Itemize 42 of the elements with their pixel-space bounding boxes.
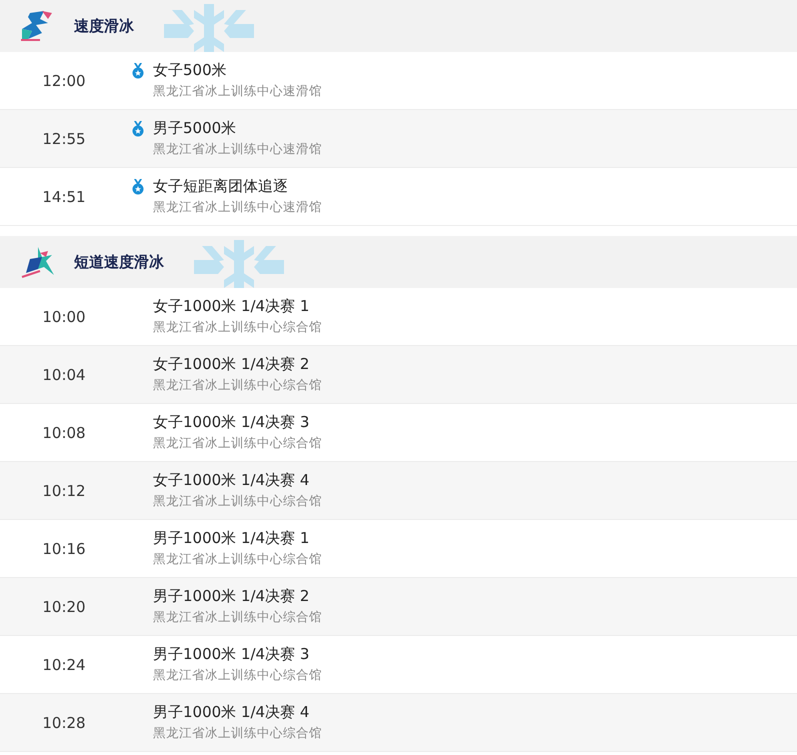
event-name: 男子1000米 1/4决赛 3 (153, 645, 310, 664)
venue-name: 黑龙江省冰上训练中心综合馆 (153, 319, 322, 336)
event-name: 女子1000米 1/4决赛 2 (153, 355, 310, 374)
venue-name: 黑龙江省冰上训练中心速滑馆 (153, 199, 322, 216)
event-time: 10:28 (41, 714, 87, 732)
venue-name: 黑龙江省冰上训练中心综合馆 (153, 493, 322, 510)
venue-name: 黑龙江省冰上训练中心速滑馆 (153, 141, 322, 158)
event-time: 10:24 (41, 656, 87, 674)
event-name: 女子短距离团体追逐 (153, 177, 288, 196)
event-time: 12:55 (41, 130, 87, 148)
event-name: 男子1000米 1/4决赛 4 (153, 703, 310, 722)
sport-title: 速度滑冰 (74, 16, 134, 36)
venue-name: 黑龙江省冰上训练中心综合馆 (153, 609, 322, 626)
event-time: 10:16 (41, 540, 87, 558)
event-time: 10:04 (41, 366, 87, 384)
event-name: 男子1000米 1/4决赛 2 (153, 587, 310, 606)
event-row[interactable]: 10:12 女子1000米 1/4决赛 4 黑龙江省冰上训练中心综合馆 (0, 462, 797, 520)
snowflake-icon (194, 240, 284, 288)
event-name: 女子500米 (153, 61, 227, 80)
event-name: 男子1000米 1/4决赛 1 (153, 529, 310, 548)
venue-name: 黑龙江省冰上训练中心综合馆 (153, 725, 322, 742)
event-row[interactable]: 10:28 男子1000米 1/4决赛 4 黑龙江省冰上训练中心综合馆 (0, 694, 797, 752)
event-time: 12:00 (41, 72, 87, 90)
venue-name: 黑龙江省冰上训练中心综合馆 (153, 377, 322, 394)
venue-name: 黑龙江省冰上训练中心综合馆 (153, 667, 322, 684)
event-name: 女子1000米 1/4决赛 1 (153, 297, 310, 316)
event-row[interactable]: 10:20 男子1000米 1/4决赛 2 黑龙江省冰上训练中心综合馆 (0, 578, 797, 636)
event-time: 10:08 (41, 424, 87, 442)
event-row[interactable]: 10:04 女子1000米 1/4决赛 2 黑龙江省冰上训练中心综合馆 (0, 346, 797, 404)
event-name: 女子1000米 1/4决赛 4 (153, 471, 310, 490)
snowflake-icon (164, 4, 254, 52)
event-time: 10:20 (41, 598, 87, 616)
venue-name: 黑龙江省冰上训练中心速滑馆 (153, 83, 322, 100)
venue-name: 黑龙江省冰上训练中心综合馆 (153, 551, 322, 568)
event-name: 男子5000米 (153, 119, 236, 138)
event-time: 10:00 (41, 308, 87, 326)
sport-title: 短道速度滑冰 (74, 252, 164, 272)
venue-name: 黑龙江省冰上训练中心综合馆 (153, 435, 322, 452)
event-time: 14:51 (41, 188, 87, 206)
event-row[interactable]: 12:55 男子5000米 黑龙江省冰上训练中心速滑馆 (0, 110, 797, 168)
event-time: 10:12 (41, 482, 87, 500)
event-name: 女子1000米 1/4决赛 3 (153, 413, 310, 432)
